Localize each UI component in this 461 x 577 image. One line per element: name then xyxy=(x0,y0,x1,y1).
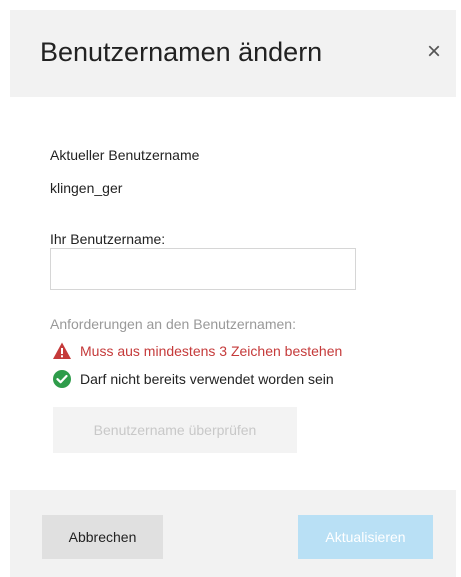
check-circle-icon xyxy=(53,370,71,388)
dialog-title: Benutzernamen ändern xyxy=(40,37,323,67)
dialog-footer: Abbrechen Aktualisieren xyxy=(10,490,456,577)
requirement-not-used: Darf nicht bereits verwendet worden sein xyxy=(52,369,334,389)
change-username-dialog: Benutzernamen ändern × Aktueller Benutze… xyxy=(0,0,461,577)
cancel-button[interactable]: Abbrechen xyxy=(42,515,163,559)
requirement-min-length: Muss aus mindestens 3 Zeichen bestehen xyxy=(52,341,342,361)
requirements-heading: Anforderungen an den Benutzernamen: xyxy=(50,316,296,332)
warning-triangle-icon xyxy=(53,342,71,359)
dialog-header: Benutzernamen ändern × xyxy=(10,10,456,97)
check-username-button[interactable]: Benutzername überprüfen xyxy=(53,407,297,453)
requirement-text: Darf nicht bereits verwendet worden sein xyxy=(80,371,334,387)
current-username-value: klingen_ger xyxy=(50,180,123,196)
close-icon[interactable]: × xyxy=(420,38,448,66)
new-username-input[interactable] xyxy=(50,248,356,290)
dialog-body: Aktueller Benutzername klingen_ger Ihr B… xyxy=(10,97,456,490)
current-username-label: Aktueller Benutzername xyxy=(50,147,200,163)
new-username-label: Ihr Benutzername: xyxy=(50,231,166,247)
requirement-text: Muss aus mindestens 3 Zeichen bestehen xyxy=(80,343,343,359)
update-button[interactable]: Aktualisieren xyxy=(298,515,433,559)
